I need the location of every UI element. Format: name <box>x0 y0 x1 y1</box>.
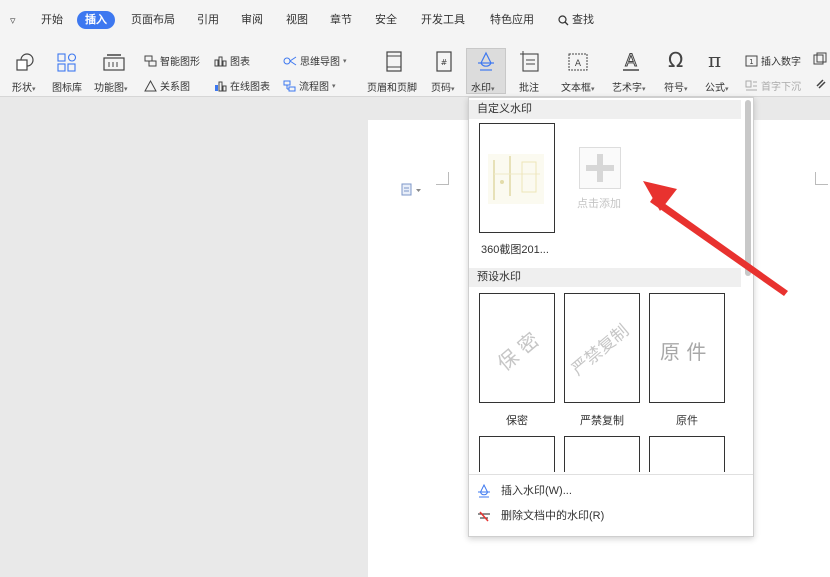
svg-text:#: # <box>441 58 448 67</box>
drop-cap-icon <box>745 80 757 90</box>
svg-text:A: A <box>625 51 637 71</box>
preset-original-thumbnail[interactable]: 原 件 <box>649 293 725 403</box>
preset-thumbnail-partial-3[interactable] <box>649 436 725 472</box>
header-footer-icon <box>386 51 402 72</box>
insert-watermark-icon <box>478 484 490 498</box>
watermark-dropdown: 自定义水印 360截图201... 点击添加 预设水印 保 密 保密 严禁复制 … <box>468 97 754 537</box>
omega-icon: Ω <box>668 48 684 72</box>
relation-chart-icon <box>144 79 157 91</box>
text-box-icon: A <box>568 53 588 71</box>
preset-confidential-text: 保 密 <box>492 327 544 376</box>
preset-no-copy-label: 严禁复制 <box>580 415 624 427</box>
relation-chart-button[interactable]: 关系图 <box>144 78 190 93</box>
flow-chart-button[interactable]: 流程图 ▾ <box>283 78 336 93</box>
object-icon[interactable] <box>813 52 827 66</box>
tab-developer[interactable]: 开发工具 <box>421 11 465 29</box>
dropdown-divider <box>469 474 753 475</box>
annotation-arrow <box>643 181 788 296</box>
search-tab[interactable]: 查找 <box>558 11 594 29</box>
svg-text:A: A <box>575 59 582 69</box>
tab-references[interactable]: 引用 <box>197 11 219 29</box>
preset-no-copy-thumbnail[interactable]: 严禁复制 <box>564 293 640 403</box>
formula-button[interactable]: 公式▾ <box>705 79 729 94</box>
icon-library-icon <box>57 53 77 72</box>
preset-confidential-thumbnail[interactable]: 保 密 <box>479 293 555 403</box>
mind-map-button[interactable]: 思维导图 ▾ <box>283 53 347 68</box>
flow-chart-icon <box>283 80 296 91</box>
plus-icon <box>586 154 614 182</box>
comment-icon <box>520 51 539 72</box>
delete-watermark-icon <box>478 511 490 522</box>
mind-map-icon <box>283 56 297 65</box>
custom-watermark-preview <box>488 154 544 204</box>
smart-shape-button[interactable]: 智能图形 <box>144 53 200 68</box>
svg-text:1: 1 <box>749 58 753 66</box>
paste-options-icon[interactable] <box>401 183 423 197</box>
search-label: 查找 <box>572 14 594 26</box>
tab-home[interactable]: 开始 <box>41 11 63 29</box>
header-footer-button[interactable]: 页眉和页脚 <box>367 79 417 94</box>
tab-review[interactable]: 审阅 <box>241 11 263 29</box>
tab-page-layout[interactable]: 页面布局 <box>131 11 175 29</box>
online-chart-button[interactable]: 在线图表 <box>214 78 270 93</box>
tab-chapter[interactable]: 章节 <box>330 11 352 29</box>
search-icon <box>558 14 569 25</box>
add-custom-watermark-button[interactable] <box>579 147 621 189</box>
link-icon[interactable] <box>815 78 827 90</box>
tab-security[interactable]: 安全 <box>375 11 397 29</box>
comment-button[interactable]: 批注 <box>519 79 539 94</box>
chart-icon <box>214 56 227 66</box>
art-text-button[interactable]: 艺术字▾ <box>612 79 646 94</box>
delete-watermark-menu-item[interactable]: 删除文档中的水印(R) <box>477 506 604 526</box>
page-margin-corner-left <box>436 172 449 185</box>
smart-shape-icon <box>144 55 157 66</box>
art-text-icon: A <box>623 51 639 72</box>
preset-thumbnail-partial-1[interactable] <box>479 436 555 472</box>
tab-insert[interactable]: 插入 <box>77 11 115 29</box>
preset-original-text: 原 件 <box>660 340 707 364</box>
page-number-button[interactable]: 页码▾ <box>431 79 455 94</box>
shape-icon <box>16 53 34 71</box>
preset-no-copy-text: 严禁复制 <box>568 320 634 380</box>
menu-bar: ▿ 开始 插入 页面布局 引用 审阅 视图 章节 安全 开发工具 特色应用 查找 <box>0 0 830 40</box>
preset-original-label: 原件 <box>676 415 698 427</box>
text-box-button[interactable]: 文本框▾ <box>561 79 595 94</box>
symbol-button[interactable]: 符号▾ <box>664 79 688 94</box>
quick-access-dropdown-icon[interactable]: ▿ <box>10 14 16 27</box>
drop-cap-button[interactable]: 首字下沉 <box>745 78 801 93</box>
page-number-icon: # <box>436 51 452 72</box>
watermark-button[interactable]: 水印▾ <box>471 79 495 94</box>
custom-watermark-thumbnail[interactable] <box>479 123 555 233</box>
custom-watermark-header: 自定义水印 <box>469 100 741 119</box>
insert-number-icon: 1 <box>745 55 758 66</box>
watermark-icon <box>478 51 494 71</box>
insert-number-button[interactable]: 1 插入数字 <box>745 53 801 68</box>
add-custom-watermark-label: 点击添加 <box>577 198 621 210</box>
pi-icon: π <box>708 48 722 72</box>
shape-button[interactable]: 形状▾ <box>12 79 36 94</box>
function-chart-button[interactable]: 功能图▾ <box>94 79 128 94</box>
chart-button[interactable]: 图表 <box>214 53 250 68</box>
page-margin-corner-right <box>815 172 828 185</box>
online-chart-icon <box>215 81 227 91</box>
icon-library-button[interactable]: 图标库 <box>52 79 82 94</box>
tab-features[interactable]: 特色应用 <box>490 11 534 29</box>
tab-view[interactable]: 视图 <box>286 11 308 29</box>
insert-watermark-menu-item[interactable]: 插入水印(W)... <box>477 481 572 501</box>
function-chart-icon <box>103 54 125 71</box>
preset-thumbnail-partial-2[interactable] <box>564 436 640 472</box>
preset-confidential-label: 保密 <box>506 415 528 427</box>
custom-watermark-label: 360截图201... <box>481 244 549 256</box>
